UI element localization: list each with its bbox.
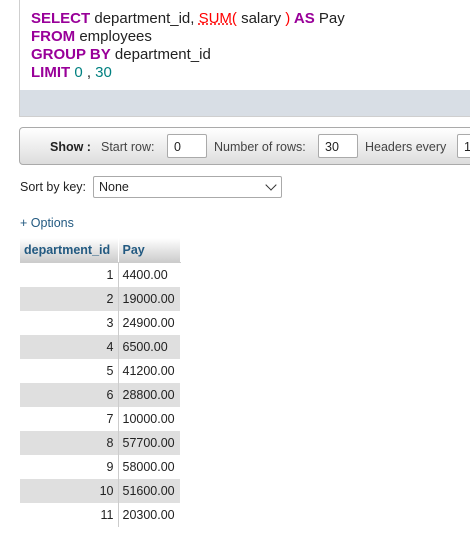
- cell-pay[interactable]: 10000.00: [117, 406, 180, 431]
- cell-department-id[interactable]: 4: [20, 334, 118, 359]
- sql-line-3: GROUP BY department_id: [31, 46, 211, 64]
- cell-department-id[interactable]: 5: [20, 358, 118, 383]
- sort-by-key-label: Sort by key:: [20, 180, 86, 194]
- sql-line-1: SELECT department_id, SUM( salary ) AS P…: [31, 10, 345, 28]
- table-row: 5 41200.00: [20, 358, 180, 383]
- sql-line-2: FROM employees: [31, 28, 152, 46]
- sql-alias: Pay: [314, 10, 345, 27]
- sql-column: department_id,: [90, 10, 195, 27]
- cell-pay[interactable]: 58000.00: [117, 454, 180, 479]
- sql-keyword-group-by: GROUP BY: [31, 46, 111, 63]
- cell-pay[interactable]: 19000.00: [117, 286, 180, 311]
- chevron-down-icon: [265, 179, 277, 191]
- sort-by-key-select[interactable]: None: [93, 176, 282, 198]
- cell-department-id[interactable]: 3: [20, 310, 118, 335]
- cell-department-id[interactable]: 7: [20, 406, 118, 431]
- sql-table: employees: [75, 28, 152, 45]
- column-header-pay[interactable]: Pay: [118, 238, 181, 263]
- sql-limit-offset: 0: [70, 64, 83, 81]
- table-row: 8 57700.00: [20, 430, 180, 455]
- table-header-row: department_id Pay: [20, 238, 181, 263]
- table-row: 10 51600.00: [20, 478, 180, 503]
- headers-every-input[interactable]: 10: [457, 134, 470, 158]
- cell-pay[interactable]: 41200.00: [117, 358, 180, 383]
- sql-group-column: department_id: [110, 46, 211, 63]
- table-row: 6 28800.00: [20, 382, 180, 407]
- table-row: 1 4400.00: [20, 262, 180, 287]
- headers-every-label: Headers every: [365, 140, 447, 154]
- cell-department-id[interactable]: 8: [20, 430, 118, 455]
- table-row: 4 6500.00: [20, 334, 180, 359]
- sort-by-key-row: Sort by key: None: [20, 176, 320, 198]
- results-table: department_id Pay 1 4400.00 2 19000.00 3 24…: [20, 238, 181, 527]
- cell-pay[interactable]: 20300.00: [117, 502, 180, 527]
- sort-by-key-selected: None: [99, 180, 129, 194]
- table-row: 9 58000.00: [20, 454, 180, 479]
- cell-department-id[interactable]: 11: [20, 502, 118, 527]
- number-of-rows-input[interactable]: 30: [318, 134, 358, 158]
- table-row: 2 19000.00: [20, 286, 180, 311]
- table-row: 11 20300.00: [20, 502, 180, 527]
- sql-limit-count: 30: [91, 64, 112, 81]
- cell-pay[interactable]: 6500.00: [117, 334, 180, 359]
- cell-pay[interactable]: 57700.00: [117, 430, 180, 455]
- options-link[interactable]: + Options: [20, 216, 74, 230]
- show-label: Show :: [50, 140, 91, 154]
- sql-query-box: SELECT department_id, SUM( salary ) AS P…: [19, 0, 470, 117]
- sql-query-footer: [20, 90, 470, 116]
- sql-keyword-limit: LIMIT: [31, 64, 71, 81]
- cell-department-id[interactable]: 6: [20, 382, 118, 407]
- cell-pay[interactable]: 51600.00: [117, 478, 180, 503]
- cell-department-id[interactable]: 9: [20, 454, 118, 479]
- cell-pay[interactable]: 4400.00: [117, 262, 180, 287]
- sql-keyword-from: FROM: [31, 28, 76, 45]
- start-row-label: Start row:: [101, 140, 155, 154]
- cell-pay[interactable]: 24900.00: [117, 310, 180, 335]
- sql-line-4: LIMIT 0 , 30: [31, 64, 112, 82]
- cell-department-id[interactable]: 10: [20, 478, 118, 503]
- sql-query-code: SELECT department_id, SUM( salary ) AS P…: [20, 0, 470, 90]
- cell-department-id[interactable]: 2: [20, 286, 118, 311]
- sql-keyword-as: AS: [290, 10, 315, 27]
- sql-keyword-select: SELECT: [31, 10, 91, 27]
- table-row: 3 24900.00: [20, 310, 180, 335]
- sql-limit-separator: ,: [82, 64, 92, 81]
- start-row-input[interactable]: 0: [167, 134, 207, 158]
- number-of-rows-label: Number of rows:: [214, 140, 306, 154]
- cell-department-id[interactable]: 1: [20, 262, 118, 287]
- table-row: 7 10000.00: [20, 406, 180, 431]
- sql-function-sum[interactable]: SUM(: [199, 10, 237, 27]
- column-header-department-id[interactable]: department_id: [20, 238, 119, 263]
- navigation-bar: Show : Start row: 0 Number of rows: 30 H…: [19, 127, 470, 165]
- sql-function-arg: salary: [236, 10, 286, 27]
- cell-pay[interactable]: 28800.00: [117, 382, 180, 407]
